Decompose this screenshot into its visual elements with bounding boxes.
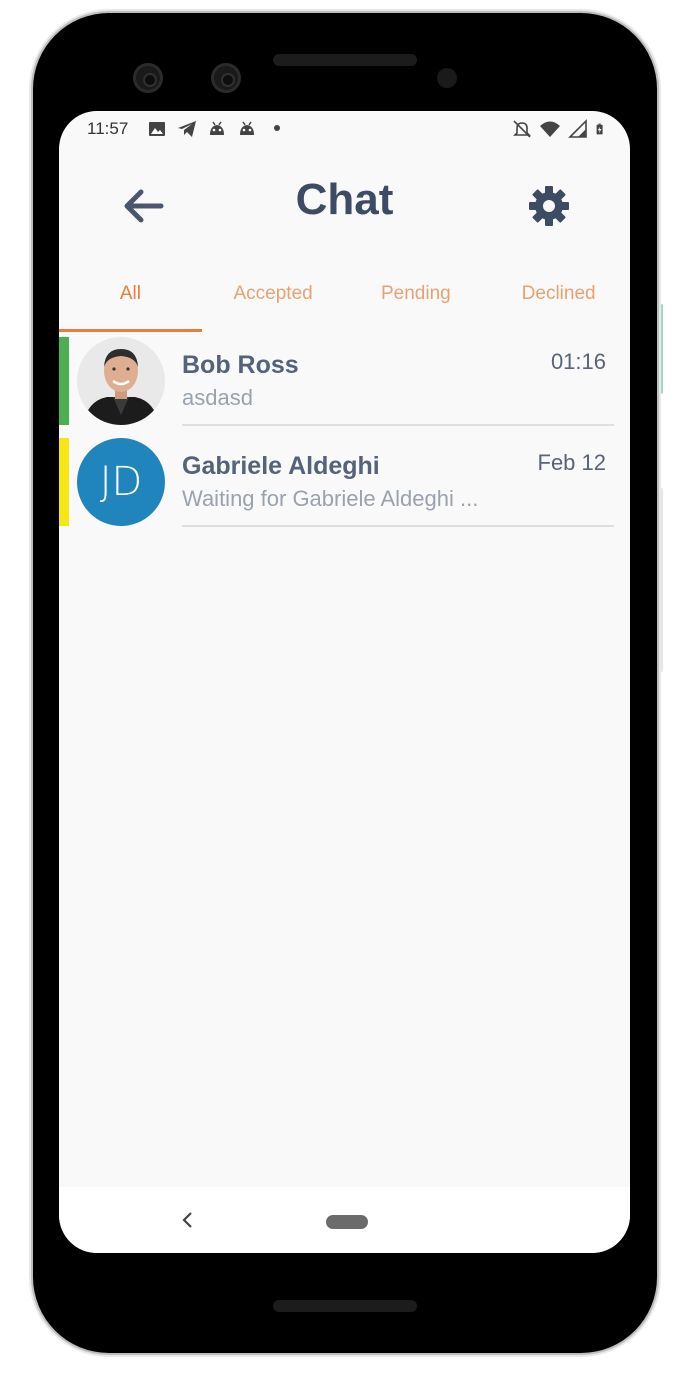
earpiece-speaker — [273, 54, 417, 66]
avatar — [77, 337, 165, 425]
front-camera — [133, 63, 163, 93]
app-header: Chat — [59, 171, 630, 241]
front-camera-secondary — [211, 63, 241, 93]
chat-name: Gabriele Aldeghi — [182, 452, 380, 480]
chat-time: Feb 12 — [537, 450, 607, 475]
navigation-bar — [59, 1187, 630, 1253]
android-icon — [210, 121, 224, 135]
settings-button[interactable] — [524, 181, 574, 231]
battery-charging-icon — [596, 123, 603, 135]
side-accent-button — [657, 304, 663, 394]
chat-list: Bob Ross 01:16 asdasd JD Gabriele Aldegh… — [59, 333, 630, 535]
wifi-icon — [540, 121, 560, 137]
android-icon — [240, 121, 254, 135]
chat-item-gabriele-aldeghi[interactable]: JD Gabriele Aldeghi Feb 12 Waiting for G… — [59, 434, 630, 535]
proximity-sensor — [437, 68, 457, 88]
telegram-icon — [178, 121, 196, 137]
chat-status-indicator — [59, 438, 69, 526]
chevron-left-icon — [182, 1212, 192, 1228]
bottom-speaker — [273, 1300, 417, 1312]
tab-all[interactable]: All — [59, 277, 202, 332]
chat-item-bob-ross[interactable]: Bob Ross 01:16 asdasd — [59, 333, 630, 434]
divider — [182, 424, 614, 426]
bell-off-icon — [513, 120, 531, 138]
avatar-photo — [77, 337, 165, 425]
arrow-left-icon — [124, 189, 164, 223]
chat-preview: asdasd — [182, 385, 253, 410]
chat-name: Bob Ross — [182, 351, 299, 379]
tab-declined[interactable]: Declined — [487, 277, 630, 331]
chat-status-indicator — [59, 337, 69, 425]
status-bar: 11:57 — [59, 111, 630, 147]
avatar-initials: JD — [77, 438, 165, 526]
back-button[interactable] — [117, 181, 169, 231]
gear-icon — [529, 186, 569, 226]
chat-preview: Waiting for Gabriele Aldeghi ... — [182, 486, 479, 511]
nav-home-button[interactable] — [326, 1215, 368, 1229]
chat-time: 01:16 — [550, 349, 606, 374]
side-volume-button — [657, 488, 663, 672]
divider — [182, 525, 614, 527]
nav-back-button[interactable] — [169, 1205, 205, 1235]
tab-accepted[interactable]: Accepted — [202, 277, 345, 331]
dot-icon — [274, 125, 280, 131]
signal-icon — [568, 119, 587, 138]
tab-pending[interactable]: Pending — [345, 277, 488, 331]
image-icon — [149, 122, 165, 136]
filter-tabs: All Accepted Pending Declined — [59, 277, 630, 332]
status-time: 11:57 — [87, 119, 129, 138]
avatar: JD — [77, 438, 165, 526]
phone-screen: 11:57 Chat All Accepted Pending Declined… — [59, 111, 630, 1253]
